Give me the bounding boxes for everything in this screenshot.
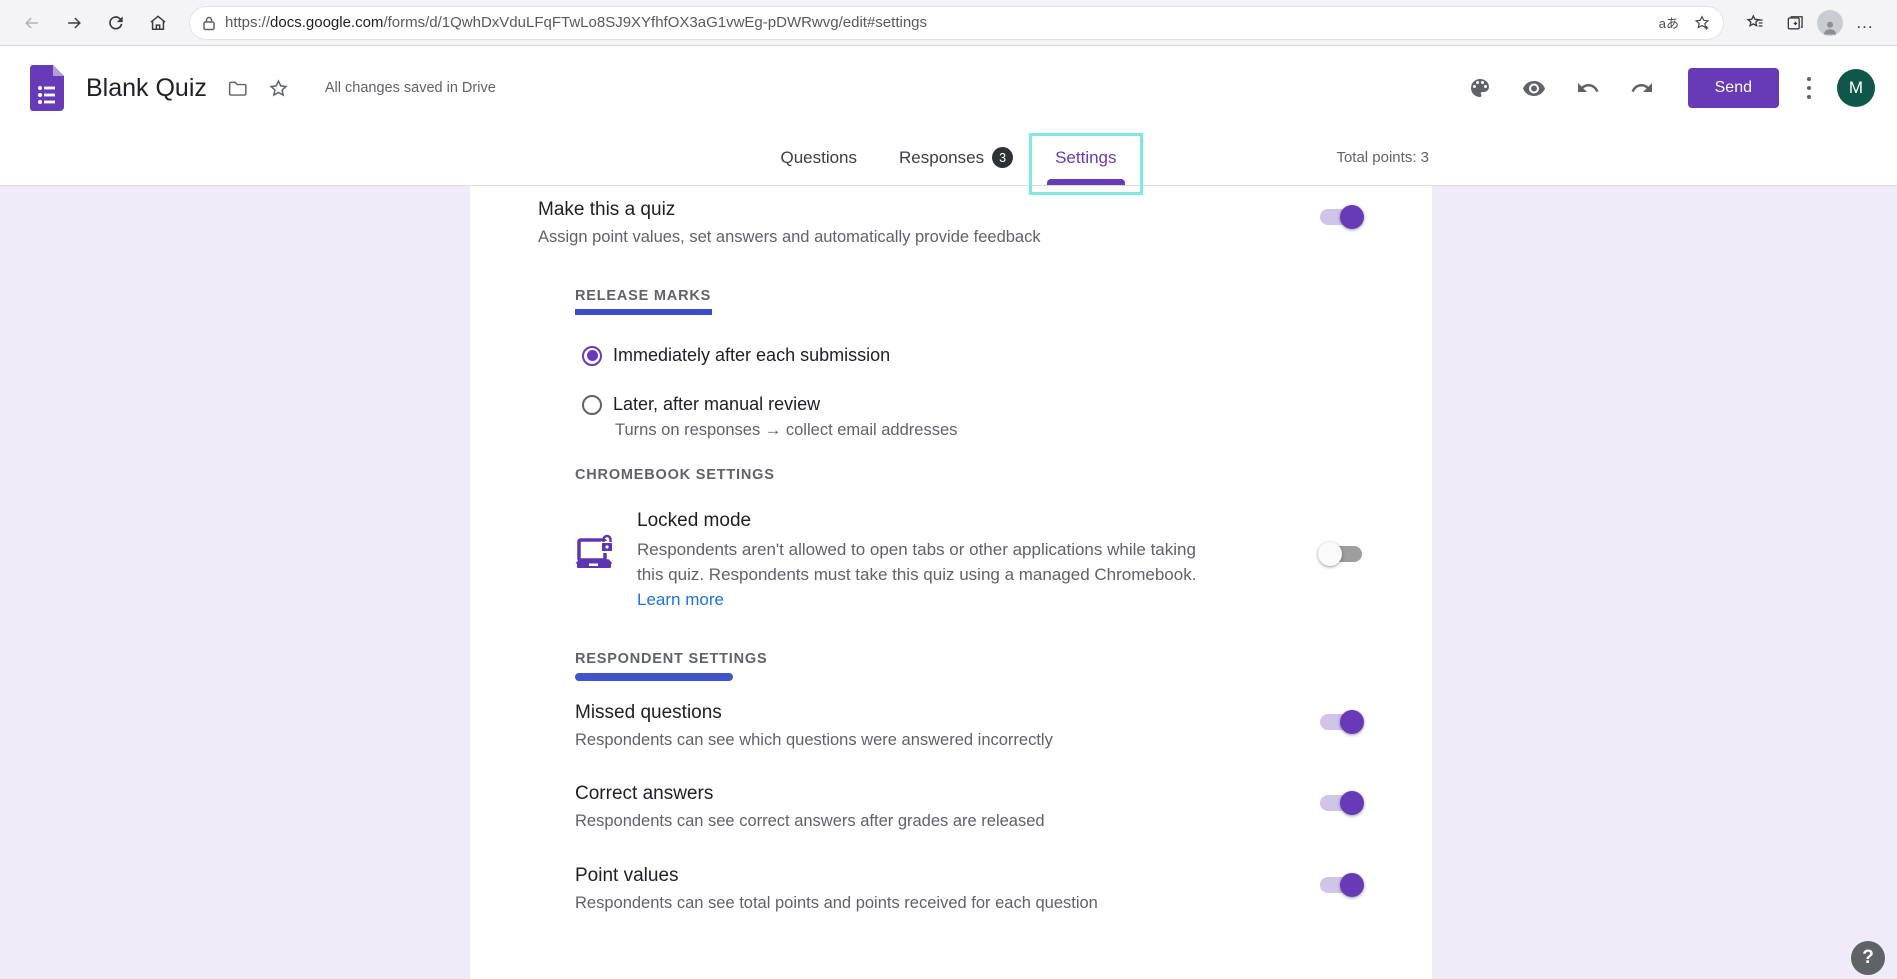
respondent-settings-label-wrap: RESPONDENT SETTINGS <box>575 651 767 681</box>
settings-card: Make this a quiz Assign point values, se… <box>470 186 1432 979</box>
forward-icon[interactable] <box>56 6 92 40</box>
back-icon <box>14 6 50 40</box>
respondent-settings-underline-annotation <box>575 673 733 681</box>
refresh-icon[interactable] <box>98 6 134 40</box>
point-values-toggle[interactable] <box>1320 877 1362 893</box>
redo-icon[interactable] <box>1630 76 1654 100</box>
tab-responses[interactable]: Responses 3 <box>895 130 1017 185</box>
toggle-knob <box>1340 205 1364 229</box>
url-scheme: https:// <box>225 14 270 31</box>
missed-questions-toggle[interactable] <box>1320 714 1362 730</box>
locked-mode-toggle[interactable] <box>1320 546 1362 562</box>
release-marks-underline-annotation <box>575 309 712 315</box>
tab-questions-label: Questions <box>780 148 857 168</box>
learn-more-link[interactable]: Learn more <box>637 590 724 609</box>
right-margin <box>1432 186 1897 979</box>
correct-answers-description: Respondents can see correct answers afte… <box>575 812 1045 831</box>
locked-mode-description-text: Respondents aren't allowed to open tabs … <box>637 540 1196 584</box>
radio-selected-icon[interactable] <box>582 346 602 366</box>
translate-icon[interactable]: aあ <box>1659 13 1679 32</box>
lock-icon <box>202 15 216 31</box>
responses-count-badge: 3 <box>992 147 1013 168</box>
tab-responses-label: Responses <box>899 148 984 168</box>
browser-menu-icon[interactable]: ... <box>1847 6 1883 40</box>
url-text: https://docs.google.com/forms/d/1QwhDxVd… <box>225 14 1645 31</box>
save-status: All changes saved in Drive <box>325 80 496 96</box>
missed-questions-row: Missed questions Respondents can see whi… <box>575 702 1362 750</box>
toggle-knob <box>1340 710 1364 734</box>
radio-dot <box>587 350 598 361</box>
locked-mode-description: Respondents aren't allowed to open tabs … <box>637 537 1197 612</box>
make-quiz-title: Make this a quiz <box>538 199 1041 221</box>
correct-answers-text: Correct answers Respondents can see corr… <box>575 783 1045 831</box>
missed-questions-title: Missed questions <box>575 702 1053 724</box>
url-domain: docs.google.com <box>270 14 383 31</box>
locked-mode-left: Locked mode Respondents aren't allowed t… <box>575 510 1197 612</box>
add-favorite-icon[interactable] <box>1693 14 1711 32</box>
make-quiz-toggle[interactable] <box>1320 209 1362 225</box>
document-title[interactable]: Blank Quiz <box>86 74 207 103</box>
point-values-row: Point values Respondents can see total p… <box>575 865 1362 913</box>
undo-icon[interactable] <box>1576 76 1600 100</box>
locked-mode-row: Locked mode Respondents aren't allowed t… <box>575 510 1362 612</box>
point-values-description: Respondents can see total points and poi… <box>575 894 1098 913</box>
release-option-immediately[interactable]: Immediately after each submission <box>582 345 1432 366</box>
radio-unselected-icon[interactable] <box>582 395 602 415</box>
forms-header: Blank Quiz All changes saved in Drive Se… <box>0 46 1897 186</box>
make-quiz-text: Make this a quiz Assign point values, se… <box>538 199 1041 247</box>
active-tab-indicator <box>1047 179 1124 185</box>
chromebook-settings-label: CHROMEBOOK SETTINGS <box>575 467 1432 483</box>
forms-logo-icon[interactable] <box>30 65 64 111</box>
correct-answers-row: Correct answers Respondents can see corr… <box>575 783 1362 831</box>
respondent-settings-label: RESPONDENT SETTINGS <box>575 651 767 667</box>
tab-settings-label: Settings <box>1055 148 1116 168</box>
help-button[interactable]: ? <box>1851 941 1885 975</box>
toggle-knob <box>1318 542 1342 566</box>
home-icon[interactable] <box>140 6 176 40</box>
theme-palette-icon[interactable] <box>1468 76 1492 100</box>
missed-questions-text: Missed questions Respondents can see whi… <box>575 702 1053 750</box>
address-bar[interactable]: https://docs.google.com/forms/d/1QwhDxVd… <box>190 7 1723 39</box>
make-quiz-row: Make this a quiz Assign point values, se… <box>538 199 1362 247</box>
tab-settings[interactable]: Settings <box>1051 130 1120 185</box>
preview-eye-icon[interactable] <box>1522 76 1546 100</box>
browser-toolbar: https://docs.google.com/forms/d/1QwhDxVd… <box>0 0 1897 46</box>
tab-bar: Questions Responses 3 Settings Total poi… <box>0 130 1897 186</box>
release-option-immediately-label: Immediately after each submission <box>613 345 890 366</box>
locked-mode-text: Locked mode Respondents aren't allowed t… <box>637 510 1197 612</box>
release-marks-label: RELEASE MARKS <box>575 288 712 304</box>
release-option-later-note: Turns on responses → collect email addre… <box>615 421 1432 440</box>
page-background: Make this a quiz Assign point values, se… <box>0 186 1897 979</box>
total-points: Total points: 3 <box>1336 130 1429 185</box>
left-margin <box>0 186 470 979</box>
release-marks-section-label-wrap: RELEASE MARKS <box>575 288 712 315</box>
toggle-knob <box>1340 873 1364 897</box>
locked-mode-laptop-lock-icon <box>575 534 619 612</box>
tab-group: Questions Responses 3 Settings <box>0 130 1897 185</box>
more-options-icon[interactable] <box>1803 71 1815 106</box>
account-avatar[interactable]: M <box>1837 69 1875 107</box>
forms-header-top: Blank Quiz All changes saved in Drive Se… <box>0 46 1897 130</box>
send-button[interactable]: Send <box>1688 68 1779 108</box>
collections-icon[interactable] <box>1777 6 1813 40</box>
correct-answers-toggle[interactable] <box>1320 795 1362 811</box>
url-path: /forms/d/1QwhDxVduLFqFTwLo8SJ9XYfhfOX3aG… <box>383 14 927 31</box>
star-icon[interactable] <box>268 78 289 99</box>
browser-profile-avatar[interactable] <box>1817 10 1843 36</box>
missed-questions-description: Respondents can see which questions were… <box>575 731 1053 750</box>
move-folder-icon[interactable] <box>227 78 248 99</box>
make-quiz-description: Assign point values, set answers and aut… <box>538 228 1041 247</box>
favorites-icon[interactable] <box>1737 6 1773 40</box>
release-option-later-label: Later, after manual review <box>613 394 820 415</box>
toolbar-right-group: ... <box>1737 6 1883 40</box>
point-values-title: Point values <box>575 865 1098 887</box>
correct-answers-title: Correct answers <box>575 783 1045 805</box>
tab-questions[interactable]: Questions <box>776 130 861 185</box>
toggle-knob <box>1340 791 1364 815</box>
release-option-later[interactable]: Later, after manual review <box>582 394 1432 415</box>
locked-mode-title: Locked mode <box>637 510 1197 532</box>
point-values-text: Point values Respondents can see total p… <box>575 865 1098 913</box>
